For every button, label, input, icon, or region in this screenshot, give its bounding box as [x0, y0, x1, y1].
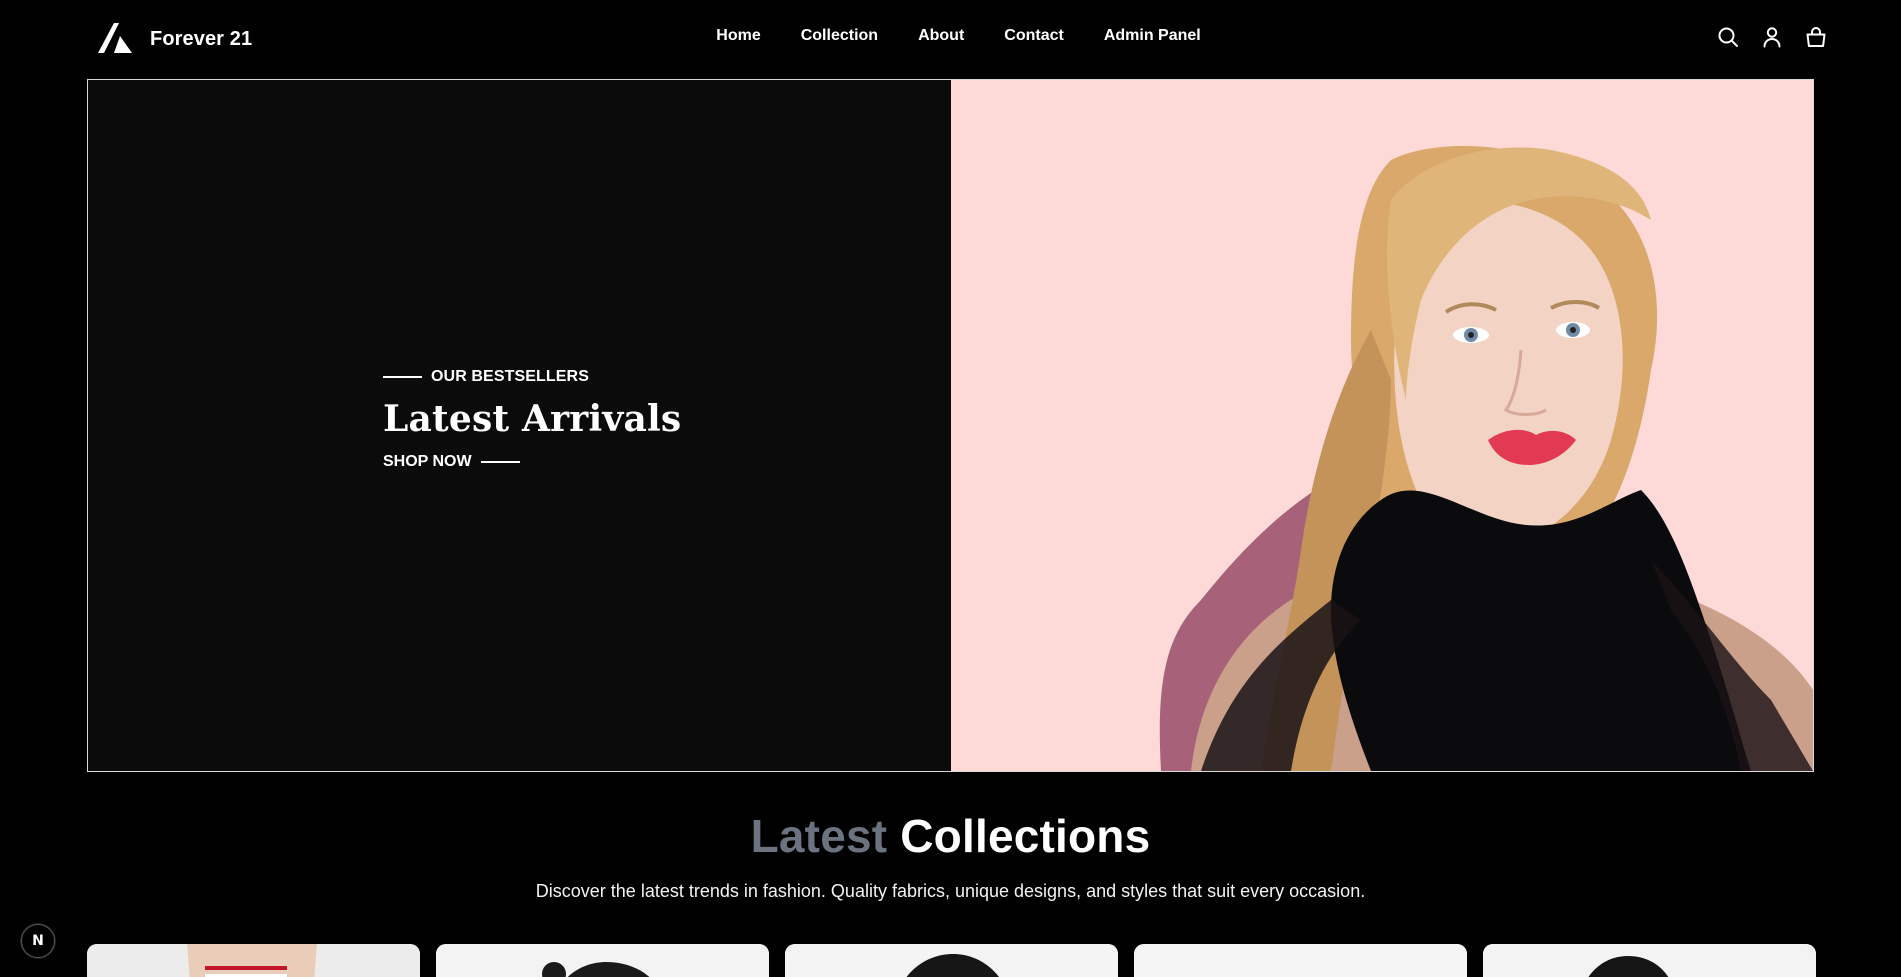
eyebrow-rule — [383, 376, 422, 378]
hero-image-panel — [951, 80, 1813, 771]
search-icon[interactable] — [1716, 25, 1740, 49]
cta-rule — [480, 460, 520, 463]
nav-link-home[interactable]: Home — [716, 27, 760, 45]
nav-link-collection[interactable]: Collection — [801, 27, 878, 45]
user-icon[interactable] — [1760, 25, 1784, 49]
collections-heading: Latest Collections — [0, 809, 1901, 863]
nextjs-dev-badge[interactable]: N — [21, 924, 55, 958]
nav-link-admin-panel[interactable]: Admin Panel — [1104, 27, 1201, 45]
product-image — [87, 944, 420, 977]
shopping-bag-icon[interactable] — [1804, 25, 1828, 49]
collections-subtitle: Discover the latest trends in fashion. Q… — [535, 881, 1366, 901]
nav-link-about[interactable]: About — [918, 27, 964, 45]
hero-text: OUR BESTSELLERS Latest Arrivals SHOP NOW — [383, 368, 681, 471]
hero-eyebrow-text: OUR BESTSELLERS — [431, 368, 589, 385]
product-image — [785, 944, 1118, 977]
product-grid — [87, 944, 1816, 977]
main-nav: Home Collection About Contact Admin Pane… — [0, 27, 1901, 45]
product-image — [1134, 944, 1467, 977]
hero-text-panel: OUR BESTSELLERS Latest Arrivals SHOP NOW — [88, 80, 951, 771]
product-card[interactable] — [785, 944, 1118, 977]
hero-model-image — [951, 80, 1813, 771]
nextjs-badge-label: N — [32, 933, 44, 949]
collections-heading-bright: Collections — [900, 810, 1151, 862]
product-image — [436, 944, 769, 977]
hero-eyebrow: OUR BESTSELLERS — [383, 368, 681, 386]
product-card[interactable] — [436, 944, 769, 977]
hero-title: Latest Arrivals — [383, 398, 682, 440]
product-image — [1483, 944, 1816, 977]
nav-link-contact[interactable]: Contact — [1004, 27, 1064, 45]
shop-now-button[interactable]: SHOP NOW — [383, 453, 681, 471]
hero-banner: OUR BESTSELLERS Latest Arrivals SHOP NOW — [87, 79, 1814, 772]
top-navbar: Forever 21 Home Collection About Contact… — [0, 0, 1901, 78]
collections-heading-muted: Latest — [750, 810, 888, 862]
shop-now-label: SHOP NOW — [383, 452, 472, 470]
product-card[interactable] — [1483, 944, 1816, 977]
product-card[interactable] — [1134, 944, 1467, 977]
product-card[interactable] — [87, 944, 420, 977]
nav-icons — [1716, 25, 1828, 49]
